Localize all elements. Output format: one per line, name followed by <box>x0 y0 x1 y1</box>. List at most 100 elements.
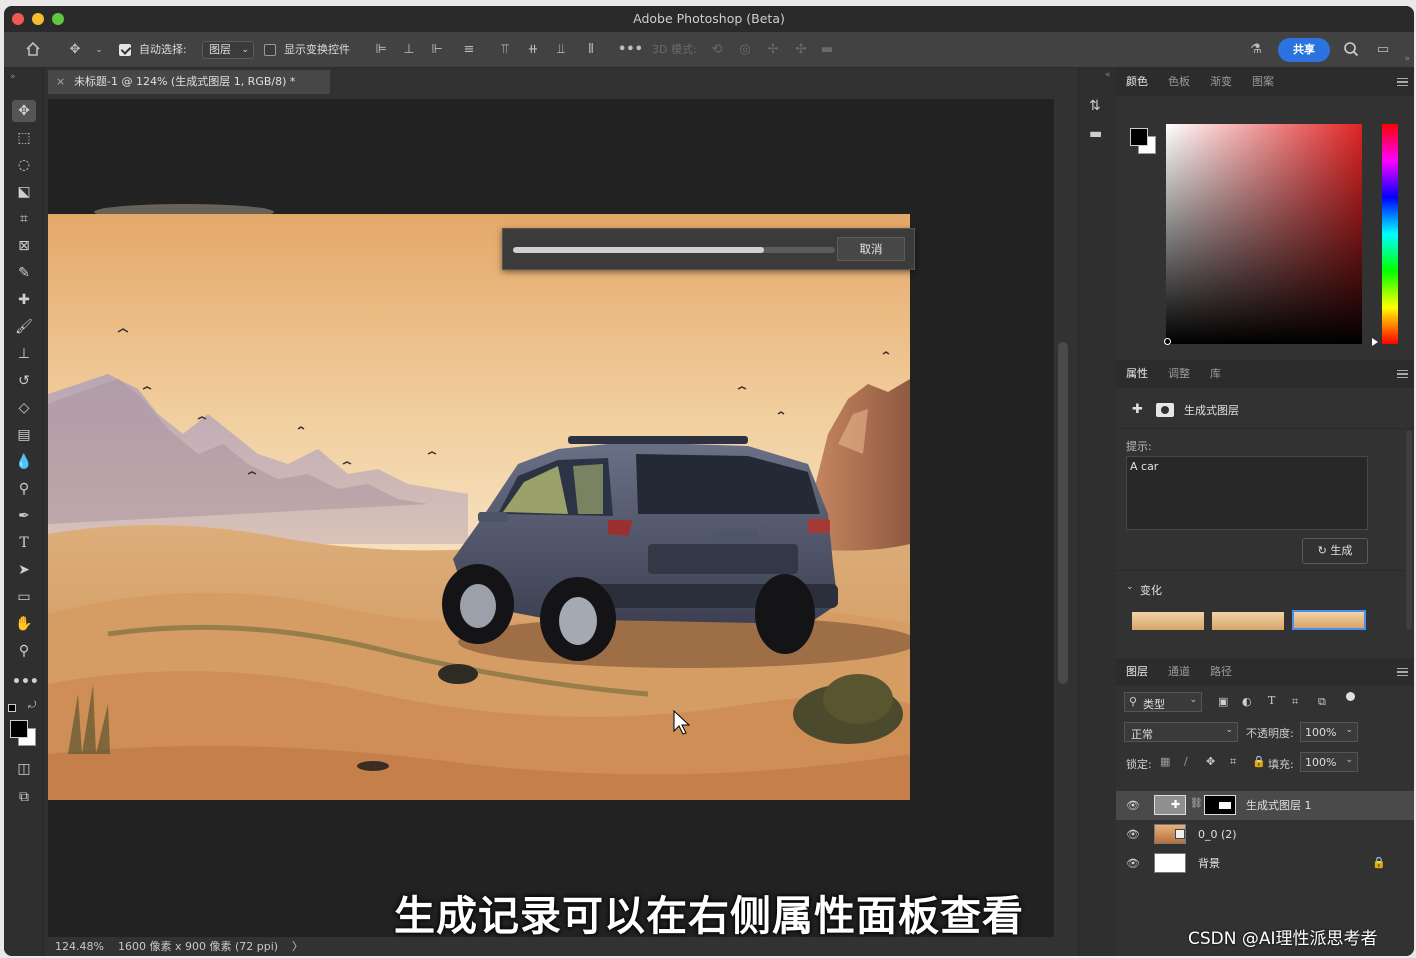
document-tab[interactable]: × 未标题-1 @ 124% (生成式图层 1, RGB/8) * <box>48 70 330 94</box>
cancel-button[interactable]: 取消 <box>837 237 905 261</box>
hue-slider[interactable] <box>1382 124 1398 344</box>
show-transform-checkbox[interactable] <box>264 44 276 56</box>
screen-mode-icon[interactable]: ⧉ <box>12 786 36 808</box>
distribute-vertical-icon[interactable]: ⦀ <box>582 41 600 59</box>
lock-pixels-icon[interactable]: / <box>1184 755 1188 768</box>
collapse-chevron-icon[interactable]: » <box>10 72 16 82</box>
crop-tool-icon[interactable]: ⌗ <box>12 208 36 230</box>
quick-mask-icon[interactable]: ◫ <box>12 758 36 780</box>
rectangle-tool-icon[interactable]: ▭ <box>12 586 36 608</box>
collapse-panels-chevron-icon[interactable]: « <box>1105 70 1111 80</box>
opacity-input[interactable]: 100% ⌄ <box>1300 722 1358 742</box>
zoom-level[interactable]: 124.48% <box>55 937 104 956</box>
filter-smart-object-icon[interactable]: ⧉ <box>1318 695 1326 709</box>
variation-thumbnail-2[interactable] <box>1212 612 1284 630</box>
visibility-eye-icon[interactable]: 👁 <box>1126 799 1140 812</box>
search-icon[interactable] <box>1342 41 1360 59</box>
fill-input[interactable]: 100% ⌄ <box>1300 752 1358 772</box>
filter-pixel-icon[interactable]: ▣ <box>1218 695 1228 708</box>
align-bottom-icon[interactable]: ⫫ <box>552 41 570 59</box>
tab-adjustments[interactable]: 调整 <box>1168 360 1190 388</box>
auto-select-target-select[interactable]: 图层 ⌄ <box>202 41 254 59</box>
vertical-scrollbar[interactable] <box>1058 342 1068 684</box>
stamp-tool-icon[interactable]: ⊥ <box>12 343 36 365</box>
generate-button[interactable]: ↻ 生成 <box>1302 538 1368 564</box>
filter-shape-icon[interactable]: ⌗ <box>1292 695 1298 709</box>
filter-type-icon[interactable]: T <box>1268 694 1275 707</box>
history-panel-icon[interactable]: ⇅ <box>1089 98 1101 114</box>
tab-libraries[interactable]: 库 <box>1210 360 1221 388</box>
lock-artboard-icon[interactable]: ⌗ <box>1230 755 1236 769</box>
tab-properties[interactable]: 属性 <box>1126 360 1148 388</box>
type-tool-icon[interactable]: T <box>12 532 36 554</box>
close-window-button[interactable] <box>12 13 24 25</box>
zoom-tool-icon[interactable]: ⚲ <box>12 640 36 662</box>
hand-tool-icon[interactable]: ✋ <box>12 613 36 635</box>
prompt-input[interactable]: A car <box>1126 456 1368 530</box>
foreground-color-swatch[interactable] <box>10 720 28 738</box>
tab-patterns[interactable]: 图案 <box>1252 68 1274 96</box>
variation-thumbnail-1[interactable] <box>1132 612 1204 630</box>
collapse-dock-chevron-icon[interactable]: » <box>1404 54 1410 64</box>
properties-scrollbar[interactable] <box>1406 430 1412 630</box>
color-picker-cursor[interactable] <box>1164 338 1171 345</box>
comments-panel-icon[interactable]: ▬ <box>1089 126 1102 142</box>
pen-tool-icon[interactable]: ✒ <box>12 505 36 527</box>
lasso-tool-icon[interactable]: ◌ <box>12 154 36 176</box>
tab-paths[interactable]: 路径 <box>1210 658 1232 686</box>
distribute-icon[interactable]: ≡ <box>460 41 478 59</box>
color-picker-field[interactable] <box>1166 124 1362 344</box>
tab-channels[interactable]: 通道 <box>1168 658 1190 686</box>
align-top-icon[interactable]: ⫪ <box>496 41 514 59</box>
lock-transparent-icon[interactable]: ▦ <box>1160 755 1170 768</box>
eraser-tool-icon[interactable]: ◇ <box>12 397 36 419</box>
filter-adjustment-icon[interactable]: ◐ <box>1242 695 1252 708</box>
move-tool-icon[interactable]: ✥ <box>12 100 36 122</box>
hue-slider-marker[interactable] <box>1372 338 1378 346</box>
default-colors-icon[interactable] <box>8 704 16 712</box>
layer-row[interactable]: 👁 ✚ ⛓ 生成式图层 1 <box>1116 791 1414 820</box>
gradient-tool-icon[interactable]: ▤ <box>12 424 36 446</box>
tab-gradients[interactable]: 渐变 <box>1210 68 1232 96</box>
workspace-icon[interactable]: ▭ <box>1374 41 1392 59</box>
panel-menu-icon[interactable] <box>1397 668 1408 676</box>
layer-row[interactable]: 👁 0_0 (2) <box>1116 820 1414 849</box>
layer-row[interactable]: 👁 背景 🔒 <box>1116 849 1414 878</box>
auto-select-checkbox[interactable] <box>119 44 131 56</box>
panel-menu-icon[interactable] <box>1397 78 1408 86</box>
healing-brush-tool-icon[interactable]: ✚ <box>12 289 36 311</box>
home-icon[interactable] <box>24 41 42 59</box>
variation-thumbnail-3[interactable] <box>1292 610 1366 630</box>
object-select-tool-icon[interactable]: ⬕ <box>12 181 36 203</box>
minimize-window-button[interactable] <box>32 13 44 25</box>
dodge-tool-icon[interactable]: ⚲ <box>12 478 36 500</box>
more-tools-icon[interactable]: ••• <box>12 671 39 693</box>
flask-icon[interactable]: ⚗ <box>1247 41 1265 59</box>
visibility-eye-icon[interactable]: 👁 <box>1126 857 1140 870</box>
align-middle-icon[interactable]: ⧺ <box>524 41 542 59</box>
chain-link-icon[interactable]: ⛓ <box>1190 798 1203 809</box>
align-left-icon[interactable]: ⊫ <box>372 41 390 59</box>
brush-tool-icon[interactable]: 🖌 <box>12 316 36 338</box>
more-options-icon[interactable]: ••• <box>618 41 643 59</box>
tool-preset-chevron-icon[interactable]: ⌄ <box>90 41 108 59</box>
eyedropper-tool-icon[interactable]: ✎ <box>12 262 36 284</box>
lock-all-icon[interactable]: 🔒 <box>1252 755 1266 768</box>
blur-tool-icon[interactable]: 💧 <box>12 451 36 473</box>
maximize-window-button[interactable] <box>52 13 64 25</box>
layer-mask-thumbnail[interactable] <box>1204 795 1236 815</box>
align-center-icon[interactable]: ⊥ <box>400 41 418 59</box>
visibility-eye-icon[interactable]: 👁 <box>1126 828 1140 841</box>
tab-swatches[interactable]: 色板 <box>1168 68 1190 96</box>
align-right-icon[interactable]: ⊩ <box>428 41 446 59</box>
lock-position-icon[interactable]: ✥ <box>1206 755 1215 768</box>
panel-menu-icon[interactable] <box>1397 370 1408 378</box>
share-button[interactable]: 共享 <box>1278 38 1330 62</box>
frame-tool-icon[interactable]: ⊠ <box>12 235 36 257</box>
layer-filter-select[interactable]: ⚲ 类型 ⌄ <box>1124 692 1202 712</box>
blend-mode-select[interactable]: 正常 ⌄ <box>1124 722 1238 742</box>
variations-chevron-icon[interactable]: ⌄ <box>1126 582 1134 592</box>
tab-color[interactable]: 颜色 <box>1126 68 1148 96</box>
tab-layers[interactable]: 图层 <box>1126 658 1148 686</box>
move-tool-icon[interactable]: ✥ <box>66 41 84 59</box>
